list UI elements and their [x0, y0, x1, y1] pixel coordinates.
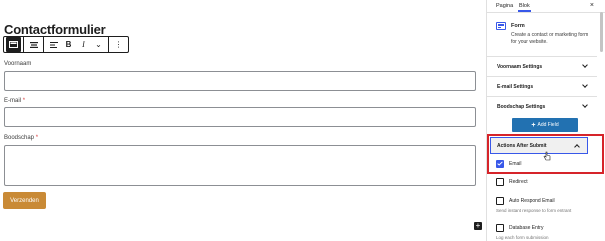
email-input[interactable] [4, 107, 476, 127]
field-label-text: E-mail [4, 98, 22, 104]
panel-voornaam-settings[interactable]: Voornaam Settings [487, 56, 597, 76]
option-auto-respond-email[interactable]: Auto Respond Email [496, 196, 555, 205]
field-label-boodschap: Boodschap * [4, 135, 38, 141]
voornaam-input[interactable] [4, 71, 476, 91]
tab-pagina[interactable]: Pagina [496, 3, 513, 9]
plus-icon: + [531, 121, 536, 129]
required-mark: * [35, 135, 39, 141]
form-icon [496, 22, 506, 30]
option-label: Database Entry [509, 224, 544, 231]
toolbar-format-group: B I ⌄ [44, 37, 109, 52]
option-label: Auto Respond Email [509, 197, 555, 204]
sidebar-tabs: Pagina Blok × [487, 0, 605, 13]
chevron-down-icon [582, 102, 588, 108]
drag-handle-icon[interactable] [26, 37, 41, 52]
option-label: Email [509, 160, 522, 167]
option-redirect[interactable]: Redirect [496, 177, 528, 186]
settings-sidebar: Pagina Blok × Form Create a contact or m… [486, 0, 605, 241]
panel-label: Voornaam Settings [497, 64, 543, 70]
hand-cursor-icon [543, 151, 551, 161]
panel-actions-after-submit[interactable]: Actions After Submit [490, 137, 588, 154]
boodschap-textarea[interactable] [4, 145, 476, 186]
panel-boodschap-settings[interactable]: Boodschap Settings [487, 96, 597, 116]
redirect-checkbox[interactable] [496, 177, 504, 186]
field-label-voornaam: Voornaam [4, 61, 31, 67]
form-title[interactable]: Contactformulier [4, 22, 106, 37]
chevron-down-icon [582, 82, 588, 88]
option-help-text: Log each form submission [496, 235, 549, 240]
italic-button[interactable]: I [76, 37, 91, 52]
toolbar-block-group [4, 37, 24, 52]
bold-button[interactable]: B [61, 37, 76, 52]
required-mark: * [22, 98, 26, 104]
email-checkbox[interactable] [496, 159, 504, 168]
close-icon[interactable]: × [590, 2, 594, 9]
option-label: Redirect [509, 178, 528, 185]
field-label-email: E-mail * [4, 98, 25, 104]
panel-label: Actions After Submit [497, 143, 547, 149]
submit-button[interactable]: Verzenden [3, 192, 46, 209]
option-database-entry[interactable]: Database Entry [496, 223, 543, 232]
chevron-up-icon [574, 144, 580, 150]
align-icon[interactable] [46, 37, 61, 52]
block-name: Form [511, 23, 525, 29]
option-help-text: Send instant response to form entrant [496, 208, 572, 213]
toolbar-options-group: ⋮ [109, 37, 128, 52]
more-formats-chevron-icon[interactable]: ⌄ [91, 37, 106, 52]
editor-canvas: Contactformulier B I ⌄ ⋮ Voornaam E-mail… [0, 0, 486, 241]
tab-blok[interactable]: Blok [518, 3, 531, 12]
panel-label: E-mail Settings [497, 84, 534, 90]
sidebar-scrollbar[interactable] [600, 12, 603, 52]
field-label-text: Boodschap [4, 135, 35, 141]
panel-email-settings[interactable]: E-mail Settings [487, 76, 597, 96]
auto-respond-checkbox[interactable] [496, 196, 504, 205]
add-field-button[interactable]: + Add Field [512, 118, 578, 132]
toolbar-move-group [24, 37, 44, 52]
chevron-down-icon [582, 62, 588, 68]
form-block-icon[interactable] [6, 37, 21, 52]
add-block-icon[interactable]: + [474, 222, 482, 230]
block-toolbar: B I ⌄ ⋮ [3, 36, 129, 53]
more-options-icon[interactable]: ⋮ [111, 37, 126, 52]
block-description: Create a contact or marketing form for y… [511, 32, 589, 45]
add-field-label: Add Field [537, 122, 559, 128]
database-entry-checkbox[interactable] [496, 223, 504, 232]
check-icon [497, 161, 503, 166]
option-email[interactable]: Email [496, 159, 522, 168]
field-label-text: Voornaam [4, 61, 32, 67]
panel-label: Boodschap Settings [497, 104, 546, 110]
